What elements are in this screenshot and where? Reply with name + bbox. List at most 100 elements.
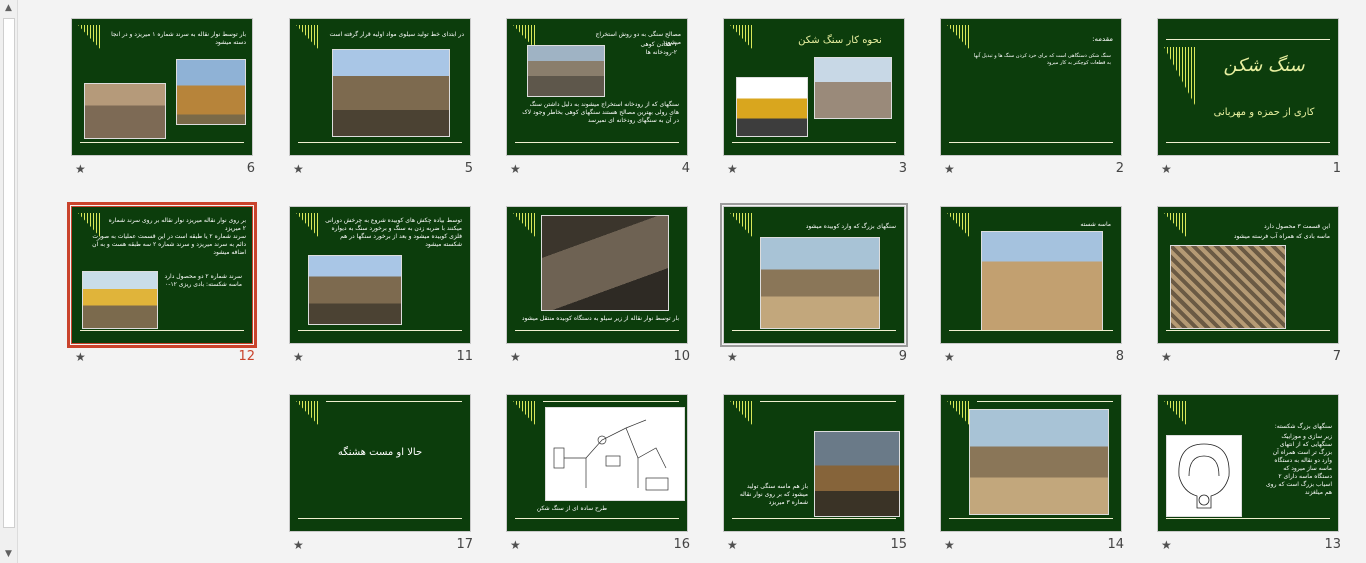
scroll-down-arrow-icon[interactable]: ▼ <box>0 546 17 563</box>
slide-photo <box>84 83 166 139</box>
star-icon[interactable]: ★ <box>293 538 304 552</box>
star-icon[interactable]: ★ <box>727 350 738 364</box>
slide-rule <box>732 518 896 519</box>
star-icon[interactable]: ★ <box>293 350 304 364</box>
slide-rule <box>80 142 244 143</box>
slide-2-canvas[interactable]: مقدمه: سنگ شکن دستگاهی است که برای خرد ک… <box>940 18 1122 156</box>
slide-rule <box>1166 330 1330 331</box>
slide-number: 17 <box>456 537 473 552</box>
star-icon[interactable]: ★ <box>944 538 955 552</box>
slide-number: 3 <box>898 161 907 176</box>
slide-decoration-icon <box>296 25 320 51</box>
slide-rule <box>732 142 896 143</box>
slide-photo <box>969 409 1109 515</box>
slide-decoration-icon <box>947 25 971 51</box>
slide-photo <box>981 231 1103 331</box>
slide-rule <box>949 330 1113 331</box>
star-icon[interactable]: ★ <box>1161 350 1172 364</box>
star-icon[interactable]: ★ <box>293 162 304 176</box>
slide-12-canvas[interactable]: بر روی نوار نقاله میریزد نوار نقاله بر ر… <box>67 202 257 348</box>
star-icon[interactable]: ★ <box>75 350 86 364</box>
slide-number: 13 <box>1324 537 1341 552</box>
slide-photo <box>814 57 892 119</box>
slide-rule <box>543 401 679 402</box>
vertical-scrollbar[interactable]: ▲ ▼ <box>0 0 18 563</box>
slide-number: 5 <box>464 161 473 176</box>
slide-sorter-pane: بار توسط نوار نقاله به سرند شماره ۱ میری… <box>18 0 1366 563</box>
star-icon[interactable]: ★ <box>75 162 86 176</box>
slide-heading: مقدمه: <box>1092 35 1113 43</box>
scroll-thumb[interactable] <box>3 18 15 528</box>
slide-rule <box>80 330 244 331</box>
slide-8-canvas[interactable]: ماسه شسته <box>940 206 1122 344</box>
slide-7-canvas[interactable]: این قسمت ۳ محصول دارد ماسه بادی که همراه… <box>1157 206 1339 344</box>
star-icon[interactable]: ★ <box>510 350 521 364</box>
slide-heading: سنگهای بزرگ شکسته: <box>1274 423 1332 430</box>
slide-photo <box>760 237 880 329</box>
slide-11-canvas[interactable]: توسط بیاده چکش های کوبیده شروع به چرخش د… <box>289 206 471 344</box>
slide-decoration-icon <box>730 401 754 427</box>
slide-text: سنگهای بزرگ که وارد کوبیده میشود <box>805 223 896 230</box>
star-icon[interactable]: ★ <box>944 162 955 176</box>
slide-photo <box>527 45 605 97</box>
slide-17-canvas[interactable]: حالا او مست هشنگه <box>289 394 471 532</box>
slide-16-canvas[interactable]: طرح ساده ای از سنگ شکن <box>506 394 688 532</box>
slide-rule <box>1166 39 1330 40</box>
slide-body: سنگهای که از رودخانه استخراج میشوند به د… <box>522 101 679 124</box>
slide-photo <box>736 77 808 137</box>
slide-title: سنگ شکن <box>1223 55 1305 76</box>
star-icon[interactable]: ★ <box>944 350 955 364</box>
slide-5-canvas[interactable]: در ابتدای خط تولید سیلوی مواد اولیه قرار… <box>289 18 471 156</box>
slide-13-canvas[interactable]: سنگهای بزرگ شکسته: زیر سازی و موزاییک سن… <box>1157 394 1339 532</box>
slide-4-canvas[interactable]: مصالح سنگی به دو روش استخراج میشود: ۱-مع… <box>506 18 688 156</box>
star-icon[interactable]: ★ <box>510 538 521 552</box>
slide-decoration-icon <box>1164 47 1196 107</box>
star-icon[interactable]: ★ <box>1161 162 1172 176</box>
slide-caption: بار توسط نوار نقاله از زیر سیلو به دستگا… <box>521 315 679 322</box>
scroll-up-arrow-icon[interactable]: ▲ <box>0 0 17 17</box>
slide-rule <box>515 518 679 519</box>
slide-10-canvas[interactable]: بار توسط نوار نقاله از زیر سیلو به دستگا… <box>506 206 688 344</box>
star-icon[interactable]: ★ <box>510 162 521 176</box>
slide-number: 2 <box>1115 161 1124 176</box>
slide-1-canvas[interactable]: سنگ شکن کاری از حمزه و مهربانی <box>1157 18 1339 156</box>
slide-number: 9 <box>898 349 907 364</box>
star-icon[interactable]: ★ <box>727 162 738 176</box>
slide-text: باز هم ماسه سنگی تولید میشود که بر روی ن… <box>739 483 808 506</box>
slide-decoration-icon <box>296 401 320 427</box>
slide-rule <box>298 330 462 331</box>
slide-number: 14 <box>1107 537 1124 552</box>
slide-rule <box>298 142 462 143</box>
slide-decoration-icon <box>513 213 537 239</box>
slide-rule <box>326 401 462 402</box>
slide-9-canvas[interactable]: سنگهای بزرگ که وارد کوبیده میشود <box>720 203 908 347</box>
slide-text: ماسه شسته <box>1080 221 1111 228</box>
star-icon[interactable]: ★ <box>1161 538 1172 552</box>
star-icon[interactable]: ★ <box>727 538 738 552</box>
slide-list-item: ۲-رودخانه ها <box>645 49 677 56</box>
slide-14-canvas[interactable] <box>940 394 1122 532</box>
slide-photo <box>308 255 402 325</box>
slide-number: 15 <box>890 537 907 552</box>
slide-photo <box>814 431 900 517</box>
slide-photo <box>541 215 669 311</box>
slide-rule <box>298 518 462 519</box>
slide-text: بار توسط نوار نقاله به سرند شماره ۱ میری… <box>111 31 246 46</box>
slide-rule <box>949 518 1113 519</box>
slide-body: زیر سازی و موزاییک سنگهایی که از انتهای … <box>1265 433 1332 496</box>
slide-decoration-icon <box>513 401 537 427</box>
slide-heading: این قسمت ۳ محصول دارد <box>1263 223 1330 230</box>
slide-15-canvas[interactable]: باز هم ماسه سنگی تولید میشود که بر روی ن… <box>723 394 905 532</box>
slide-body: ماسه بادی که همراه آب فرسته میشود <box>1233 233 1330 240</box>
slide-heading: بر روی نوار نقاله میریزد نوار نقاله بر ر… <box>108 217 246 232</box>
slide-3-canvas[interactable]: نحوه کار سنگ شکن <box>723 18 905 156</box>
slide-decoration-icon <box>1164 401 1188 427</box>
slide-rule <box>515 330 679 331</box>
slide-body: سرند شماره ۲ یا طبقه است در این قسمت عمل… <box>92 233 246 256</box>
slide-caption: طرح ساده ای از سنگ شکن <box>536 505 607 512</box>
slide-rule <box>515 142 679 143</box>
slide-6-canvas[interactable]: بار توسط نوار نقاله به سرند شماره ۱ میری… <box>71 18 253 156</box>
slide-photo <box>176 59 246 125</box>
slide-body: سنگ شکن دستگاهی است که برای خرد کردن سنگ… <box>973 53 1111 66</box>
slide-decoration-icon <box>1164 213 1188 239</box>
